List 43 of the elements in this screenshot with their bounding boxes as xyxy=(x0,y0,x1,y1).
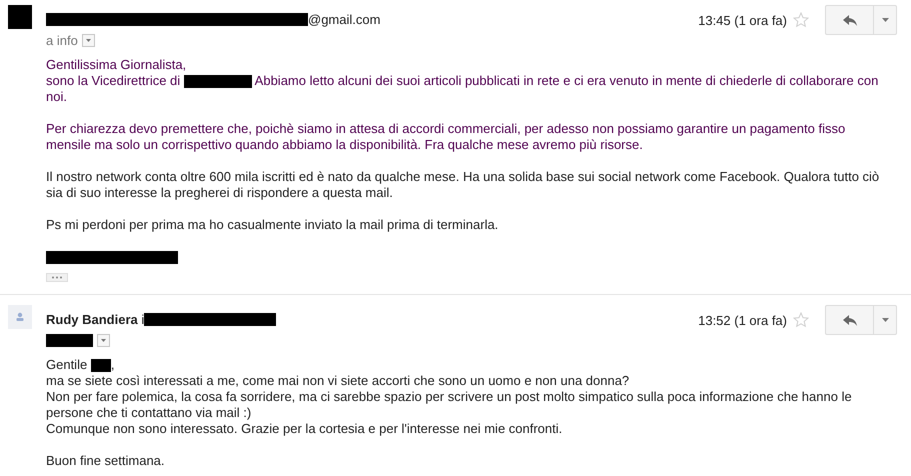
redaction-bar xyxy=(90,358,111,372)
body-text: Non per fare polemica, la cosa fa sorridere, ma ci sarebbe spazio per scrivere un post molto simpatico sulla poca informazione che hanno le xyxy=(46,389,852,405)
redaction-bar xyxy=(46,334,93,346)
body-text: Il nostro network conta oltre 600 mila iscritti ed è nato da qualche mese. Ha una solida base sui social network come Facebook. Qualora tutto ciò xyxy=(46,169,880,185)
body-text: Gentile xyxy=(46,357,88,373)
body-text: sia di suo interesse la pregherei di rispondere a questa mail. xyxy=(46,185,393,201)
body-text: sono la Vicedirettrice di xyxy=(46,73,182,89)
sender-address: @gmail.com xyxy=(308,12,380,26)
reply-icon xyxy=(842,14,856,26)
star-icon[interactable] xyxy=(793,312,809,328)
redaction-bar xyxy=(184,74,252,88)
body-text: , xyxy=(110,357,114,373)
body-text: Buon fine settimana. xyxy=(46,453,165,469)
caret-icon xyxy=(101,338,106,342)
details-dropdown[interactable] xyxy=(97,334,110,346)
sender-name: Rudy Bandiera xyxy=(46,312,138,326)
reply-button[interactable] xyxy=(825,5,874,35)
redaction-bar xyxy=(8,5,32,29)
reply-button[interactable] xyxy=(825,305,874,335)
avatar-icon xyxy=(8,305,32,329)
body-text: Abbiamo letto alcuni dei suoi articoli pubblicati in rete e ci era venuto in mente di chiederle di collaborare con xyxy=(254,73,878,89)
ellipsis-icon xyxy=(51,276,63,279)
body-text: Gentilissima Giornalista, xyxy=(46,57,186,73)
caret-icon xyxy=(882,318,888,322)
message-time: 13:52 (1 ora fa) xyxy=(698,312,787,328)
recipient-label: a info xyxy=(46,32,78,48)
body-text: mensile ma solo un corrispettivo quando abbiamo la disponibilità. Fra qualche mese avremo più risorse. xyxy=(46,137,643,153)
sender-address: i xyxy=(140,312,144,326)
caret-icon xyxy=(86,38,91,42)
details-dropdown[interactable] xyxy=(82,34,95,46)
body-text: Comunque non sono interessato. Grazie per la cortesia e per l'interesse nei mie confronti. xyxy=(46,421,562,437)
body-text: Ps mi perdoni per prima ma ho casualmente inviato la mail prima di terminarla. xyxy=(46,217,498,233)
star-icon[interactable] xyxy=(793,12,809,28)
body-text: noi. xyxy=(46,89,67,105)
body-text: Per chiarezza devo premettere che, poichè siamo in attesa di accordi commerciali, per adesso non possiamo garantire un pagamento fisso xyxy=(46,121,846,137)
reply-icon xyxy=(842,314,856,326)
more-button[interactable] xyxy=(874,305,897,335)
show-trimmed-button[interactable] xyxy=(46,273,68,282)
message-time: 13:45 (1 ora fa) xyxy=(698,12,787,28)
body-text: ma se siete così interessati a me, come mai non vi siete accorti che sono un uomo e non una donna? xyxy=(46,373,630,389)
body-text: persone che ti contattano via mail :) xyxy=(46,405,252,421)
caret-icon xyxy=(882,18,888,22)
more-button[interactable] xyxy=(874,5,897,35)
